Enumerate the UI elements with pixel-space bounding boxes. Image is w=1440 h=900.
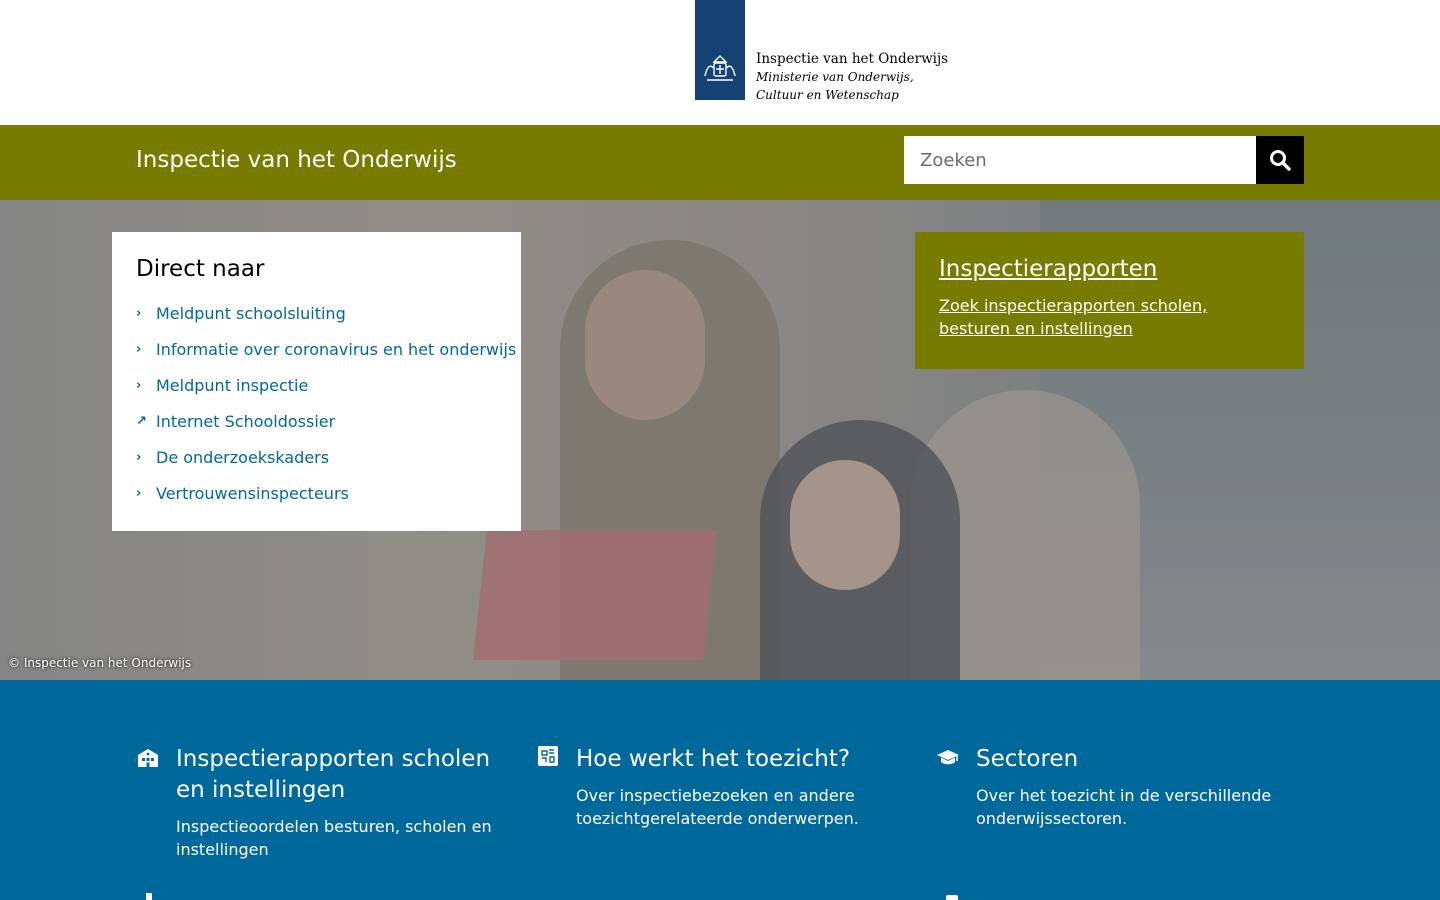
next-row-icon-partial bbox=[946, 895, 958, 900]
next-row-icon-partial bbox=[146, 893, 152, 900]
direct-link-meldpunt-inspectie[interactable]: › Meldpunt inspectie bbox=[136, 368, 497, 404]
coat-of-arms-icon bbox=[704, 55, 736, 81]
direct-naar-panel: Direct naar › Meldpunt schoolsluiting › In… bbox=[112, 232, 521, 531]
external-link-icon: ↗ bbox=[136, 414, 147, 429]
rijksoverheid-logo[interactable] bbox=[695, 0, 745, 100]
tile-description: Over inspectiebezoeken en andere toezich… bbox=[576, 786, 859, 828]
tile-description: Over het toezicht in de verschillende on… bbox=[976, 786, 1272, 828]
direct-link-label: Vertrouwensinspecteurs bbox=[156, 484, 349, 503]
school-building-icon bbox=[138, 749, 158, 767]
graduation-cap-icon bbox=[937, 750, 959, 765]
tile-title[interactable]: Hoe werkt het toezicht? bbox=[576, 744, 916, 775]
direct-link-label: Meldpunt inspectie bbox=[156, 376, 309, 395]
site-header: Inspectie van het Onderwijs bbox=[0, 125, 1440, 200]
inspectierapporten-title-link[interactable]: Inspectierapporten bbox=[939, 256, 1280, 282]
chevron-right-icon: › bbox=[136, 486, 142, 501]
puzzle-icon bbox=[538, 746, 558, 766]
direct-link-label: De onderzoekskaders bbox=[156, 448, 330, 467]
direct-link-vertrouwensinspecteurs[interactable]: › Vertrouwensinspecteurs bbox=[136, 476, 497, 512]
chevron-right-icon: › bbox=[136, 342, 142, 357]
search-icon bbox=[1270, 150, 1291, 171]
tile-sectoren[interactable]: Sectoren Over het toezicht in de verschi… bbox=[936, 744, 1306, 834]
search-button[interactable] bbox=[1256, 136, 1304, 184]
direct-link-coronavirus[interactable]: › Informatie over coronavirus en het onde… bbox=[136, 332, 516, 368]
logo-text: Inspectie van het Onderwijs Ministerie v… bbox=[756, 50, 956, 104]
zoek-inspectierapporten-link[interactable]: Zoek inspectierapporten scholen, besture… bbox=[939, 294, 1280, 340]
site-title[interactable]: Inspectie van het Onderwijs bbox=[136, 147, 457, 173]
hero-section: Direct naar › Meldpunt schoolsluiting › In… bbox=[0, 200, 1440, 680]
photo-credit: © Inspectie van het Onderwijs bbox=[8, 656, 192, 670]
tile-title[interactable]: Sectoren bbox=[976, 744, 1316, 775]
topics-section: Inspectierapporten scholen en instelling… bbox=[0, 680, 1440, 900]
search-input[interactable] bbox=[904, 136, 1256, 184]
tile-title[interactable]: Inspectierapporten scholen en instelling… bbox=[176, 744, 516, 806]
direct-naar-title: Direct naar bbox=[136, 256, 265, 282]
chevron-right-icon: › bbox=[136, 378, 142, 393]
tile-inspectierapporten[interactable]: Inspectierapporten scholen en instelling… bbox=[136, 744, 506, 864]
direct-naar-list: › Meldpunt schoolsluiting › Informatie ove… bbox=[136, 296, 516, 512]
direct-link-onderzoekskaders[interactable]: › De onderzoekskaders bbox=[136, 440, 497, 476]
chevron-right-icon: › bbox=[136, 450, 142, 465]
tile-hoe-werkt-toezicht[interactable]: Hoe werkt het toezicht? Over inspectiebe… bbox=[536, 744, 906, 834]
direct-link-label: Informatie over coronavirus en het onder… bbox=[156, 340, 517, 359]
direct-link-meldpunt-schoolsluiting[interactable]: › Meldpunt schoolsluiting bbox=[136, 296, 497, 332]
tile-description: Inspectieoordelen besturen, scholen en i… bbox=[176, 817, 492, 859]
logo-org-name: Inspectie van het Onderwijs bbox=[756, 51, 949, 67]
logo-bar: Inspectie van het Onderwijs Ministerie v… bbox=[0, 0, 1440, 125]
direct-link-label: Internet Schooldossier bbox=[156, 412, 336, 431]
logo-ministry-name: Ministerie van Onderwijs, Cultuur en Wet… bbox=[756, 70, 914, 102]
chevron-right-icon: › bbox=[136, 306, 142, 321]
direct-link-internet-schooldossier[interactable]: ↗ Internet Schooldossier bbox=[136, 404, 497, 440]
direct-link-label: Meldpunt schoolsluiting bbox=[156, 304, 346, 323]
inspectierapporten-panel: Inspectierapporten Zoek inspectierapport… bbox=[915, 232, 1304, 369]
